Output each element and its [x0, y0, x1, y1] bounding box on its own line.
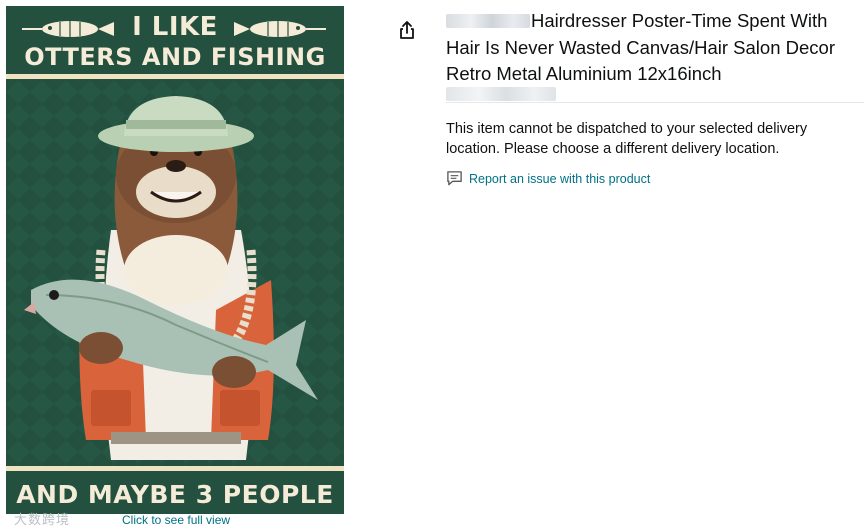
- poster-heading: I LIKE OTTERS AND FISHING: [6, 6, 344, 78]
- product-title: Hairdresser Poster-Time Spent With Hair …: [446, 8, 864, 88]
- divider: [446, 102, 864, 103]
- poster-border: [6, 74, 344, 79]
- poster-footer-text: AND MAYBE 3 PEOPLE: [16, 479, 334, 509]
- comment-icon: [447, 171, 462, 186]
- delivery-unavailable-message: This item cannot be dispatched to your s…: [446, 121, 808, 157]
- report-issue-label[interactable]: Report an issue with this product: [469, 172, 650, 186]
- otter-illustration: [6, 80, 344, 466]
- poster-line-1: I LIKE: [132, 12, 218, 42]
- redacted-brand: [446, 14, 530, 28]
- poster-border: [6, 466, 344, 471]
- report-issue-link[interactable]: Report an issue with this product: [446, 170, 650, 187]
- poster-line-2: OTTERS AND FISHING: [24, 43, 326, 71]
- fishing-lure-icon: [22, 21, 114, 37]
- watermark: 大数跨境: [14, 512, 71, 527]
- product-image[interactable]: I LIKE OTTERS AND FISHING AND MAYBE 3 PE…: [6, 6, 344, 514]
- full-view-link[interactable]: Click to see full view: [122, 513, 230, 527]
- share-icon[interactable]: [397, 20, 417, 40]
- fishing-lure-icon: [234, 21, 326, 37]
